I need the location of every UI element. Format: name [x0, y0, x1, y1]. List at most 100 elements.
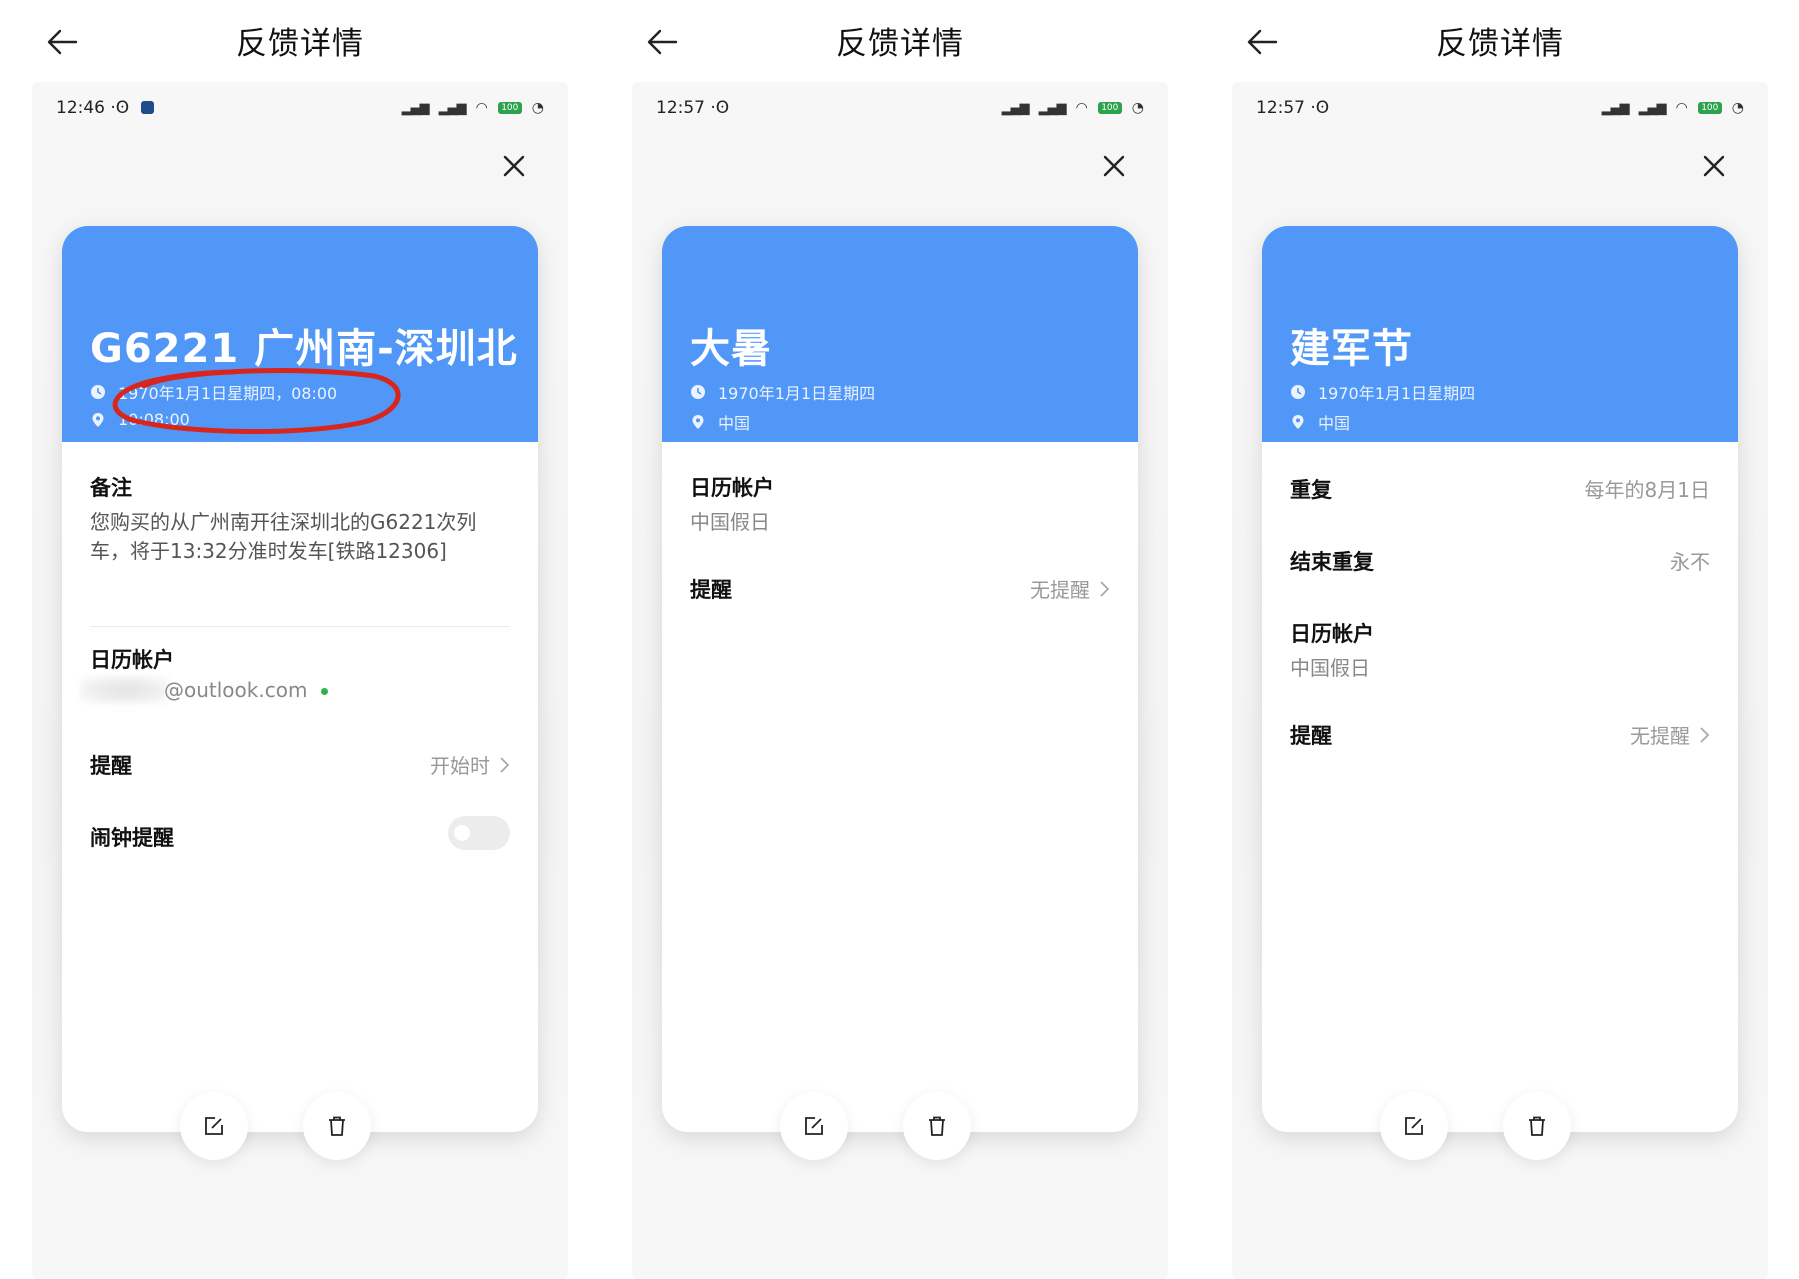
screen: 反馈详情 12:46 ·ʘ ▂▄▆ ▂▄▆ ◠ 100 ◔ G6221 广州南-…: [0, 0, 1799, 1279]
alarm-status-icon: ·ʘ: [110, 98, 130, 118]
page-title: 反馈详情: [836, 26, 964, 62]
signal-icon-2: ▂▄▆: [438, 100, 467, 116]
trash-icon: [329, 1116, 345, 1136]
reminder-setting[interactable]: 无提醒: [1030, 574, 1110, 603]
event-date: 1970年1月1日星期四: [1318, 384, 1476, 403]
reminder-label: 提醒: [1290, 724, 1332, 748]
signal-icon-2: ▂▄▆: [1638, 100, 1667, 116]
event-card: G6221 广州南-深圳北 1970年1月1日星期四，08:00 10:08:0…: [62, 226, 538, 1132]
panel-holiday-dashu: 反馈详情 12:57 ·ʘ ▂▄▆ ▂▄▆ ◠ 100 ◔ 大暑 1970年1月…: [600, 0, 1200, 1279]
signal-icon: ▂▄▆: [1601, 100, 1630, 116]
chevron-right-icon: [498, 756, 510, 774]
delete-button[interactable]: [1503, 1092, 1571, 1160]
location-pin-icon: [690, 414, 706, 430]
alarm-status-icon: ·ʘ: [1310, 98, 1330, 118]
edit-button[interactable]: [180, 1092, 248, 1160]
account-label: 日历帐户: [1290, 622, 1374, 646]
status-bar: 12:57 ·ʘ ▂▄▆ ▂▄▆ ◠ 100 ◔: [656, 98, 1144, 124]
account-value: 中国假日: [690, 510, 770, 534]
page-title: 反馈详情: [236, 26, 364, 62]
edit-icon: [805, 1117, 823, 1135]
repeat-label: 重复: [1290, 478, 1332, 502]
chevron-right-icon: [1098, 580, 1110, 598]
note-label: 备注: [90, 476, 132, 500]
chevron-right-icon: [1698, 726, 1710, 744]
note-text: 您购买的从广州南开往深圳北的G6221次列车，将于13:32分准时发车[铁路12…: [90, 510, 477, 563]
delete-button[interactable]: [303, 1092, 371, 1160]
status-time: 12:46: [56, 98, 105, 118]
top-header: 反馈详情: [1200, 0, 1799, 80]
signal-icon-2: ▂▄▆: [1038, 100, 1067, 116]
divider: [90, 626, 510, 627]
reminder-value: 无提醒: [1630, 724, 1690, 748]
status-bar: 12:57 ·ʘ ▂▄▆ ▂▄▆ ◠ 100 ◔: [1256, 98, 1744, 124]
status-icons: ▂▄▆ ▂▄▆ ◠ 100 ◔: [1602, 100, 1744, 116]
alarm-toggle[interactable]: [448, 816, 510, 850]
page-title: 反馈详情: [1436, 26, 1564, 62]
status-icons: ▂▄▆ ▂▄▆ ◠ 100 ◔: [402, 100, 544, 116]
battery-icon: 100: [1097, 102, 1122, 114]
reminder-setting[interactable]: 无提醒: [1630, 720, 1710, 749]
sync-icon: ◔: [1131, 100, 1144, 116]
event-location-row: 中国: [1290, 410, 1350, 434]
panel-holiday-jianjun: 反馈详情 12:57 ·ʘ ▂▄▆ ▂▄▆ ◠ 100 ◔ 建军节 1970年1…: [1200, 0, 1799, 1279]
repeat-value: 每年的8月1日: [1584, 478, 1710, 502]
reminder-label: 提醒: [90, 754, 132, 778]
event-title: 大暑: [690, 326, 772, 372]
app-notification-icon: [140, 101, 154, 114]
account-label: 日历帐户: [90, 648, 174, 672]
account-value: @outlook.com: [164, 678, 308, 702]
account-value: 中国假日: [1290, 656, 1370, 680]
account-label: 日历帐户: [690, 476, 774, 500]
account-row: @outlook.com: [164, 678, 329, 702]
event-location: 中国: [1318, 414, 1351, 433]
wifi-icon: ◠: [1075, 100, 1088, 116]
top-header: 反馈详情: [0, 0, 600, 80]
wifi-icon: ◠: [475, 100, 488, 116]
delete-button[interactable]: [903, 1092, 971, 1160]
trash-icon: [929, 1116, 945, 1136]
wifi-icon: ◠: [1675, 100, 1688, 116]
event-card-header: G6221 广州南-深圳北 1970年1月1日星期四，08:00 10:08:0…: [62, 226, 538, 442]
status-time: 12:57: [656, 98, 705, 118]
edit-button[interactable]: [780, 1092, 848, 1160]
edit-button[interactable]: [1380, 1092, 1448, 1160]
event-card-header: 建军节 1970年1月1日星期四 中国: [1262, 226, 1738, 442]
phone-screenshot: 12:46 ·ʘ ▂▄▆ ▂▄▆ ◠ 100 ◔ G6221 广州南-深圳北 1…: [32, 82, 568, 1279]
end-repeat-value: 永不: [1670, 550, 1710, 574]
sync-status-dot: [321, 688, 329, 695]
event-date-row: 1970年1月1日星期四: [690, 380, 875, 404]
battery-icon: 100: [1697, 102, 1722, 114]
close-icon[interactable]: [1700, 152, 1728, 180]
reminder-value: 无提醒: [1030, 578, 1090, 602]
event-location: 中国: [718, 414, 751, 433]
event-date-row: 1970年1月1日星期四: [1290, 380, 1475, 404]
sync-icon: ◔: [1731, 100, 1744, 116]
event-location-row: 中国: [690, 410, 750, 434]
sync-icon: ◔: [531, 100, 544, 116]
close-icon[interactable]: [500, 152, 528, 180]
edit-icon: [1405, 1117, 1423, 1135]
toggle-knob: [454, 825, 470, 841]
close-icon[interactable]: [1100, 152, 1128, 180]
reminder-setting[interactable]: 开始时: [430, 750, 510, 779]
event-date: 1970年1月1日星期四: [718, 384, 876, 403]
battery-icon: 100: [497, 102, 522, 114]
top-header: 反馈详情: [600, 0, 1200, 80]
event-card: 建军节 1970年1月1日星期四 中国 重复 每年的8月1日 结束重复 永不 日…: [1262, 226, 1738, 1132]
event-title: 建军节: [1290, 326, 1413, 372]
redacted-email-blur: [80, 676, 170, 704]
end-repeat-label: 结束重复: [1290, 550, 1374, 574]
clock-icon: [690, 384, 706, 400]
phone-screenshot: 12:57 ·ʘ ▂▄▆ ▂▄▆ ◠ 100 ◔ 建军节 1970年1月1日星期…: [1232, 82, 1768, 1279]
annotation-red-circle: [104, 364, 404, 435]
reminder-value: 开始时: [430, 754, 490, 778]
event-card-header: 大暑 1970年1月1日星期四 中国: [662, 226, 1138, 442]
edit-icon: [205, 1117, 223, 1135]
panel-train-event: 反馈详情 12:46 ·ʘ ▂▄▆ ▂▄▆ ◠ 100 ◔ G6221 广州南-…: [0, 0, 600, 1279]
alarm-label: 闹钟提醒: [90, 826, 174, 850]
alarm-status-icon: ·ʘ: [710, 98, 730, 118]
status-icons: ▂▄▆ ▂▄▆ ◠ 100 ◔: [1002, 100, 1144, 116]
trash-icon: [1529, 1116, 1545, 1136]
phone-screenshot: 12:57 ·ʘ ▂▄▆ ▂▄▆ ◠ 100 ◔ 大暑 1970年1月1日星期四…: [632, 82, 1168, 1279]
